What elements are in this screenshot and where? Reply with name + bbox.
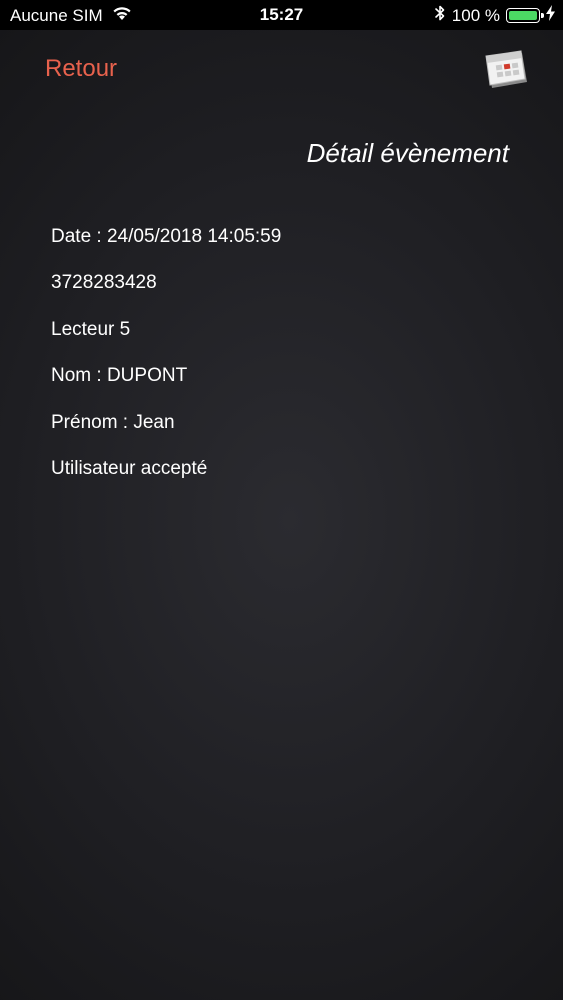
battery-level-fill — [509, 11, 537, 20]
detail-date: Date : 24/05/2018 14:05:59 — [51, 226, 282, 247]
detail-status: Utilisateur accepté — [51, 457, 208, 479]
battery-percent: 100 % — [451, 5, 500, 25]
battery-icon — [506, 8, 544, 23]
charging-bolt-icon — [546, 5, 555, 26]
detail-reader: Lecteur 5 — [51, 318, 131, 340]
app-screen: Aucune SIM 15:27 100 % Retour Détail évè… — [0, 0, 563, 1000]
status-bar: Aucune SIM 15:27 100 % — [0, 0, 563, 30]
detail-badge-number: 3728283428 — [51, 272, 157, 294]
bluetooth-icon — [434, 4, 446, 27]
calendar-icon[interactable] — [484, 48, 530, 92]
detail-first-name: Prénom : Jean — [51, 411, 175, 433]
status-right-group: 100 % — [434, 4, 555, 27]
event-detail-list: Date : 24/05/2018 14:05:59 3728283428 Le… — [51, 224, 281, 502]
back-button[interactable]: Retour — [45, 55, 117, 83]
detail-last-name: Nom : DUPONT — [51, 365, 188, 387]
page-title: Détail évènement — [306, 138, 509, 168]
battery-tip — [541, 13, 544, 18]
